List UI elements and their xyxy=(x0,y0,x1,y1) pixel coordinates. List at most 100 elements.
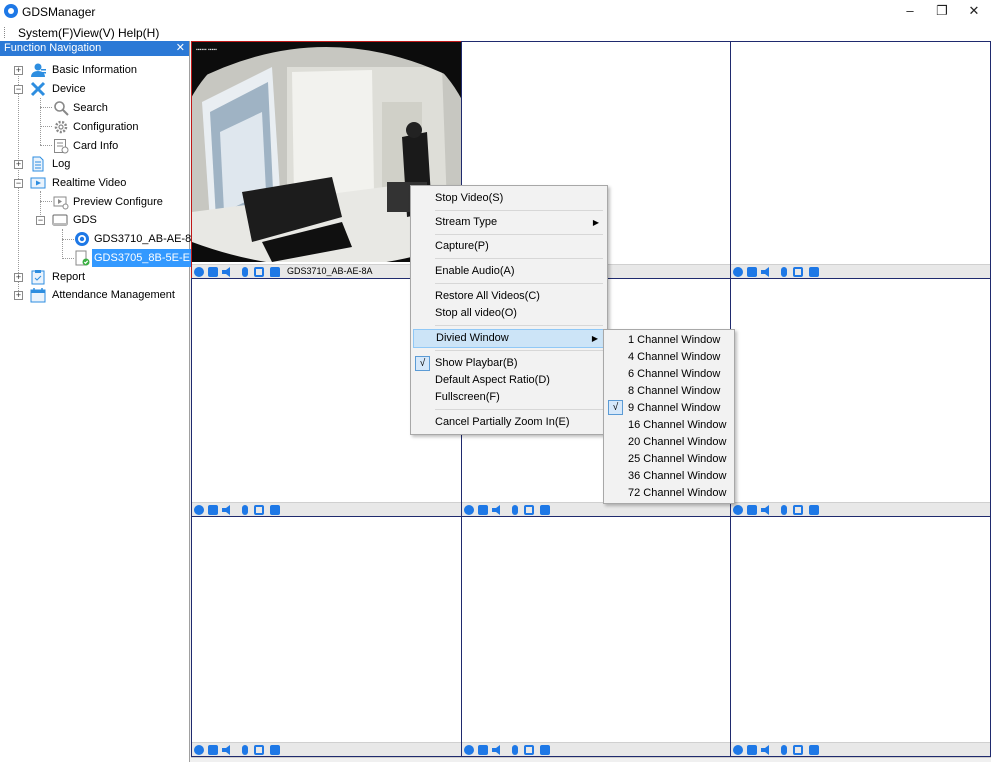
speaker-icon[interactable] xyxy=(222,505,230,515)
tree-item-card-info[interactable]: Card Info xyxy=(0,137,189,155)
collapse-icon[interactable]: − xyxy=(14,85,23,94)
snapshot-icon[interactable] xyxy=(208,745,218,755)
video-cell-9[interactable] xyxy=(730,516,991,757)
tree-item-basic-information[interactable]: + Basic Information xyxy=(0,61,189,79)
play-icon[interactable] xyxy=(464,745,474,755)
snapshot-icon[interactable] xyxy=(747,505,757,515)
speaker-icon[interactable] xyxy=(761,745,769,755)
snapshot-icon[interactable] xyxy=(478,505,488,515)
menu-item-stop-video[interactable]: Stop Video(S) xyxy=(413,189,605,208)
microphone-icon[interactable] xyxy=(512,745,518,755)
app-logo-icon xyxy=(4,4,18,18)
speaker-icon[interactable] xyxy=(492,745,500,755)
expand-icon[interactable]: + xyxy=(14,273,23,282)
speaker-icon[interactable] xyxy=(761,505,769,515)
unlock-icon[interactable] xyxy=(540,505,550,515)
microphone-icon[interactable] xyxy=(242,745,248,755)
tree-item-attendance-management[interactable]: + Attendance Management xyxy=(0,286,189,304)
video-cell-3[interactable] xyxy=(730,41,991,279)
ptz-icon[interactable] xyxy=(254,505,264,515)
ptz-icon[interactable] xyxy=(254,267,264,277)
tree-item-label: Card Info xyxy=(73,140,119,152)
ptz-icon[interactable] xyxy=(524,745,534,755)
play-icon[interactable] xyxy=(194,505,204,515)
snapshot-icon[interactable] xyxy=(208,267,218,277)
tree-item-log[interactable]: + Log xyxy=(0,155,189,173)
restore-button[interactable]: ❐ xyxy=(925,1,959,21)
video-cell-6[interactable] xyxy=(730,278,991,517)
tree-item-report[interactable]: + Report xyxy=(0,268,189,286)
unlock-icon[interactable] xyxy=(270,745,280,755)
tree-item-label: GDS3705_8B-5E-EF xyxy=(92,249,199,267)
unlock-icon[interactable] xyxy=(809,745,819,755)
collapse-icon[interactable]: − xyxy=(14,179,23,188)
unlock-icon[interactable] xyxy=(270,267,280,277)
title-bar: GDSManager – ❐ ✕ xyxy=(0,0,991,23)
speaker-icon[interactable] xyxy=(222,745,230,755)
microphone-icon[interactable] xyxy=(781,745,787,755)
close-button[interactable]: ✕ xyxy=(957,1,991,21)
ptz-icon[interactable] xyxy=(793,267,803,277)
menu-item-cancel-partially-zoom-in[interactable]: Cancel Partially Zoom In(E) xyxy=(413,413,605,432)
menu-separator xyxy=(435,350,603,351)
menu-item-stream-type[interactable]: Stream Type ▶ xyxy=(413,213,605,232)
tree-item-gds3705[interactable]: GDS3705_8B-5E-EF xyxy=(0,249,199,267)
collapse-icon[interactable]: − xyxy=(36,216,45,225)
tree-item-search[interactable]: Search xyxy=(0,99,189,117)
submenu-item-72-channel[interactable]: 72 Channel Window xyxy=(606,484,732,503)
menu-item-label: Divied Window xyxy=(436,332,509,344)
tree-item-label: GDS3710_AB-AE-8A xyxy=(94,233,199,245)
speaker-icon[interactable] xyxy=(761,267,769,277)
ptz-icon[interactable] xyxy=(793,745,803,755)
ptz-icon[interactable] xyxy=(254,745,264,755)
expand-icon[interactable]: + xyxy=(14,160,23,169)
play-icon[interactable] xyxy=(733,745,743,755)
panel-title: Function Navigation xyxy=(4,42,102,54)
playbar xyxy=(192,502,461,516)
tree-item-gds-group[interactable]: − GDS xyxy=(0,211,189,229)
unlock-icon[interactable] xyxy=(809,267,819,277)
microphone-icon[interactable] xyxy=(512,505,518,515)
tree-item-realtime-video[interactable]: − Realtime Video xyxy=(0,174,189,192)
snapshot-icon[interactable] xyxy=(747,267,757,277)
play-icon[interactable] xyxy=(733,267,743,277)
snapshot-icon[interactable] xyxy=(208,505,218,515)
menu-item-divied-window[interactable]: Divied Window ▶ xyxy=(413,329,605,348)
video-cell-7[interactable] xyxy=(191,516,462,757)
video-cell-8[interactable] xyxy=(461,516,732,757)
microphone-icon[interactable] xyxy=(242,267,248,277)
ptz-icon[interactable] xyxy=(793,505,803,515)
divide-window-submenu: 1 Channel Window 4 Channel Window 6 Chan… xyxy=(603,329,735,504)
microphone-icon[interactable] xyxy=(242,505,248,515)
expand-icon[interactable]: + xyxy=(14,291,23,300)
unlock-icon[interactable] xyxy=(809,505,819,515)
tree-item-preview-configure[interactable]: Preview Configure xyxy=(0,193,189,211)
menu-help[interactable]: Help(H) xyxy=(118,26,159,40)
menu-system[interactable]: System(F) xyxy=(18,26,73,40)
menu-item-fullscreen[interactable]: Fullscreen(F) xyxy=(413,388,605,407)
unlock-icon[interactable] xyxy=(540,745,550,755)
minimize-button[interactable]: – xyxy=(893,1,927,21)
ptz-icon[interactable] xyxy=(524,505,534,515)
unlock-icon[interactable] xyxy=(270,505,280,515)
panel-close-icon[interactable]: ✕ xyxy=(176,41,185,56)
expand-icon[interactable]: + xyxy=(14,66,23,75)
tree-item-configuration[interactable]: Configuration xyxy=(0,118,189,136)
speaker-icon[interactable] xyxy=(222,267,230,277)
play-icon[interactable] xyxy=(464,505,474,515)
search-icon xyxy=(54,101,69,116)
play-icon[interactable] xyxy=(194,745,204,755)
menu-item-capture[interactable]: Capture(P) xyxy=(413,237,605,256)
play-icon[interactable] xyxy=(194,267,204,277)
microphone-icon[interactable] xyxy=(781,505,787,515)
menu-view[interactable]: View(V) xyxy=(73,26,115,40)
speaker-icon[interactable] xyxy=(492,505,500,515)
tree-item-gds3710[interactable]: GDS3710_AB-AE-8A xyxy=(0,230,199,248)
microphone-icon[interactable] xyxy=(781,267,787,277)
tree-item-device[interactable]: − Device xyxy=(0,80,189,98)
menu-item-enable-audio[interactable]: Enable Audio(A) xyxy=(413,262,605,281)
snapshot-icon[interactable] xyxy=(478,745,488,755)
menu-item-stop-all-video[interactable]: Stop all video(O) xyxy=(413,304,605,323)
play-icon[interactable] xyxy=(733,505,743,515)
snapshot-icon[interactable] xyxy=(747,745,757,755)
